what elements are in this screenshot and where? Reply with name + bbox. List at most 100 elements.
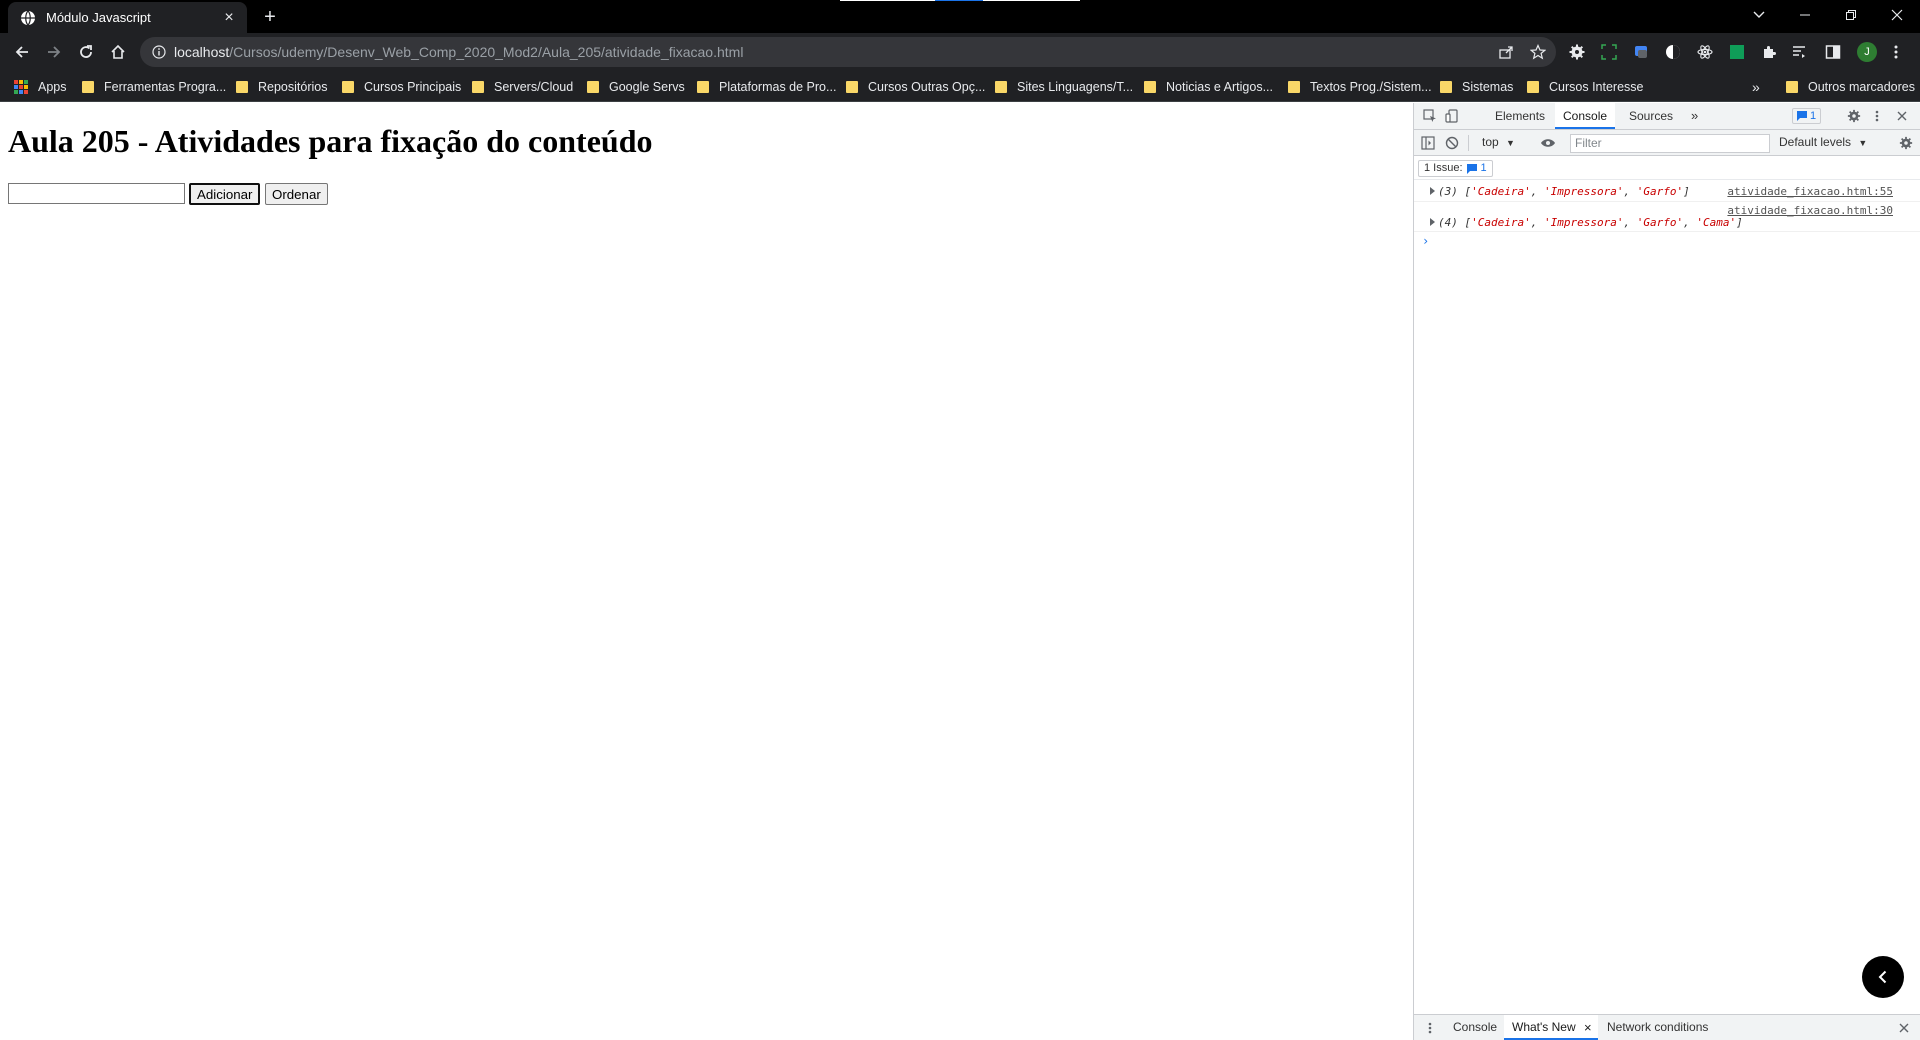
folder-icon xyxy=(846,81,858,93)
bookmark-folder[interactable]: Noticias e Artigos... xyxy=(1144,79,1273,95)
bookmark-label: Noticias e Artigos... xyxy=(1166,80,1273,94)
issues-button[interactable]: 1 Issue: 1 xyxy=(1418,160,1493,177)
drawer-tab-label: What's New xyxy=(1512,1020,1576,1034)
more-tabs-button[interactable]: » xyxy=(1683,103,1706,129)
profile-avatar[interactable]: J xyxy=(1857,42,1877,62)
drawer-tab-close-icon[interactable]: × xyxy=(1584,1015,1592,1040)
bookmark-folder[interactable]: Google Servs xyxy=(587,79,685,95)
close-drawer-icon[interactable] xyxy=(1896,1020,1912,1036)
tab-elements[interactable]: Elements xyxy=(1487,103,1553,129)
bookmark-label: Textos Prog./Sistem... xyxy=(1310,80,1432,94)
sidebar-toggle-icon[interactable] xyxy=(1420,135,1436,151)
console-settings-gear-icon[interactable] xyxy=(1898,135,1914,151)
restore-button[interactable] xyxy=(1828,0,1874,30)
console-log-row[interactable]: atividade_fixacao.html:30 (4) ['Cadeira'… xyxy=(1414,202,1920,232)
bookmark-other-folder[interactable]: Outros marcadores xyxy=(1786,79,1915,95)
message-count: 1 xyxy=(1810,110,1817,122)
tab-console[interactable]: Console xyxy=(1555,103,1616,129)
collapse-fab-button[interactable] xyxy=(1862,956,1904,998)
close-window-button[interactable] xyxy=(1874,0,1920,30)
translate-extension-icon[interactable] xyxy=(1632,43,1650,61)
bookmark-folder[interactable]: Plataformas de Pro... xyxy=(697,79,836,95)
green-square-extension-icon[interactable] xyxy=(1728,43,1746,61)
browser-tab-active[interactable]: Módulo Javascript × xyxy=(8,2,247,33)
log-levels-dropdown[interactable]: Default levels ▼ xyxy=(1779,135,1867,149)
context-selector[interactable]: top ▼ xyxy=(1482,135,1515,149)
message-icon xyxy=(1797,111,1807,121)
drawer-tab-network-conditions[interactable]: Network conditions xyxy=(1599,1015,1716,1040)
bookmark-folder[interactable]: Sites Linguagens/T... xyxy=(995,79,1133,95)
screenshot-extension-icon[interactable] xyxy=(1600,43,1618,61)
folder-icon xyxy=(995,81,1007,93)
console-log-row[interactable]: (3) ['Cadeira', 'Impressora', 'Garfo'] a… xyxy=(1414,180,1920,202)
star-icon[interactable] xyxy=(1530,44,1546,60)
folder-icon xyxy=(1288,81,1300,93)
settings-gear-icon[interactable] xyxy=(1846,108,1862,124)
address-bar[interactable]: localhost/Cursos/udemy/Desenv_Web_Comp_2… xyxy=(140,37,1556,67)
device-toolbar-icon[interactable] xyxy=(1444,108,1460,124)
bookmark-folder[interactable]: Servers/Cloud xyxy=(472,79,573,95)
bookmark-folder[interactable]: Cursos Interesse xyxy=(1527,79,1643,95)
bookmark-label: Servers/Cloud xyxy=(494,80,574,94)
bookmark-folder[interactable]: Repositórios xyxy=(236,79,327,95)
side-panel-icon[interactable] xyxy=(1824,43,1842,61)
bookmark-folder[interactable]: Ferramentas Progra... xyxy=(82,79,226,95)
browser-menu-icon[interactable] xyxy=(1887,43,1905,61)
drawer-menu-icon[interactable] xyxy=(1422,1020,1438,1036)
reload-button[interactable] xyxy=(72,38,100,66)
array-item: 'Cadeira' xyxy=(1471,185,1531,198)
tab-close-icon[interactable]: × xyxy=(219,8,239,28)
expand-triangle-icon[interactable] xyxy=(1430,187,1435,195)
item-input[interactable] xyxy=(8,183,185,204)
folder-icon xyxy=(587,81,599,93)
messages-badge[interactable]: 1 xyxy=(1792,108,1822,124)
log-source-link[interactable]: atividade_fixacao.html:55 xyxy=(1727,185,1893,198)
kebab-menu-icon[interactable] xyxy=(1869,108,1885,124)
log-message: (3) ['Cadeira', 'Impressora', 'Garfo'] xyxy=(1438,185,1690,198)
minimize-button[interactable] xyxy=(1782,0,1828,30)
bookmark-folder[interactable]: Cursos Outras Opç... xyxy=(846,79,985,95)
close-devtools-icon[interactable] xyxy=(1894,108,1910,124)
bookmark-folder[interactable]: Cursos Principais xyxy=(342,79,461,95)
context-value: top xyxy=(1482,135,1499,149)
bookmark-label: Sistemas xyxy=(1462,80,1514,94)
console-prompt-row[interactable]: › xyxy=(1414,232,1920,252)
filter-input[interactable]: Filter xyxy=(1570,134,1770,153)
bookmark-label: Apps xyxy=(38,80,67,94)
array-item: 'Cadeira' xyxy=(1471,216,1531,229)
tab-search-icon[interactable] xyxy=(1736,0,1782,30)
folder-icon xyxy=(1527,81,1539,93)
bookmarks-overflow-button[interactable]: » xyxy=(1752,79,1760,95)
drawer-tab-whats-new[interactable]: What's New × xyxy=(1504,1015,1598,1040)
new-tab-button[interactable]: + xyxy=(258,6,282,30)
drawer-tab-console[interactable]: Console xyxy=(1445,1015,1505,1040)
log-source-link[interactable]: atividade_fixacao.html:30 xyxy=(1727,204,1893,217)
circle-extension-icon[interactable] xyxy=(1664,43,1682,61)
bookmark-folder[interactable]: Sistemas xyxy=(1440,79,1513,95)
url-path: /Cursos/udemy/Desenv_Web_Comp_2020_Mod2/… xyxy=(229,44,744,60)
bookmark-label: Cursos Outras Opç... xyxy=(868,80,986,94)
gear-extension-icon[interactable] xyxy=(1568,43,1586,61)
back-button[interactable] xyxy=(8,38,36,66)
puzzle-extensions-icon[interactable] xyxy=(1760,43,1778,61)
expand-triangle-icon[interactable] xyxy=(1430,218,1435,226)
folder-icon xyxy=(82,81,94,93)
log-message: (4) ['Cadeira', 'Impressora', 'Garfo', '… xyxy=(1438,216,1743,229)
react-extension-icon[interactable] xyxy=(1696,43,1714,61)
home-button[interactable] xyxy=(104,38,132,66)
console-prompt-icon: › xyxy=(1422,234,1430,248)
message-icon xyxy=(1466,163,1477,174)
tab-sources[interactable]: Sources xyxy=(1621,103,1681,129)
inspect-element-icon[interactable] xyxy=(1422,108,1438,124)
info-icon[interactable] xyxy=(152,45,166,59)
eye-icon[interactable] xyxy=(1540,135,1556,151)
reading-list-icon[interactable] xyxy=(1790,43,1808,61)
bookmark-folder[interactable]: Textos Prog./Sistem... xyxy=(1288,79,1432,95)
bookmark-apps[interactable]: Apps xyxy=(14,79,67,95)
forward-button[interactable] xyxy=(40,38,68,66)
clear-console-icon[interactable] xyxy=(1444,135,1460,151)
share-icon[interactable] xyxy=(1498,44,1514,60)
sort-button[interactable]: Ordenar xyxy=(265,183,328,205)
add-button[interactable]: Adicionar xyxy=(189,183,261,205)
browser-toolbar: localhost/Cursos/udemy/Desenv_Web_Comp_2… xyxy=(0,33,1920,71)
